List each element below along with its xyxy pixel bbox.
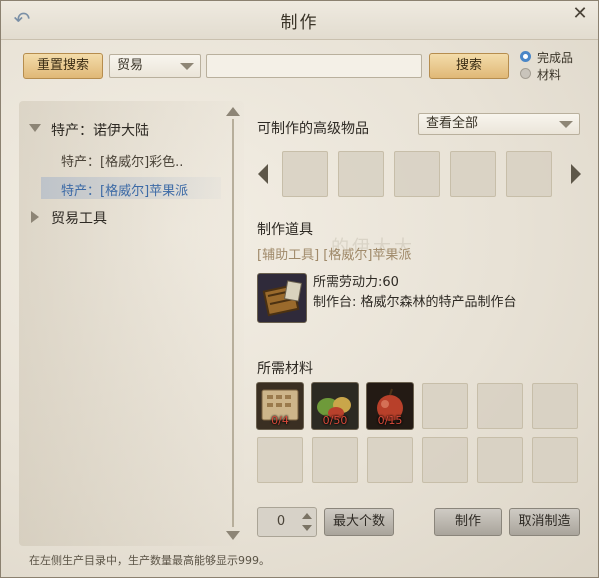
radio-finished-label: 完成品 [537, 51, 574, 65]
material-qty: 0/50 [322, 414, 348, 427]
material-slot-empty [477, 383, 523, 429]
stepper-down-icon[interactable] [302, 525, 312, 531]
view-filter-value: 查看全部 [426, 116, 479, 131]
tree-group-noi[interactable]: 特产：诺伊大陆 [51, 120, 149, 140]
view-filter-select[interactable]: 查看全部 [418, 113, 580, 135]
material-qty: 0/15 [377, 414, 403, 427]
craftable-slot[interactable] [506, 151, 552, 197]
apple-pie-crate-icon[interactable] [257, 273, 307, 323]
tool-name: [辅助工具] [格威尔]苹果派 [257, 248, 412, 263]
craftable-slot[interactable] [394, 151, 440, 197]
search-button[interactable]: 搜索 [429, 53, 509, 79]
scroll-down-icon[interactable] [226, 531, 240, 540]
quantity-stepper[interactable]: 0 [257, 507, 317, 537]
craftable-slot[interactable] [338, 151, 384, 197]
expand-right-icon[interactable] [31, 211, 39, 223]
search-input[interactable] [206, 54, 422, 78]
material-slot-empty [532, 437, 578, 483]
window-title: 制作 [280, 13, 319, 33]
craftable-slot[interactable] [282, 151, 328, 197]
crafting-bench: 制作台: 格威尔森林的特产品制作台 [313, 295, 517, 310]
close-icon[interactable]: ✕ [570, 3, 590, 25]
crafting-window: ↶ 制作 ✕ 重置搜索 贸易 搜索 完成品 材料 特产：诺伊大陆 特产：[格威尔… [0, 0, 599, 578]
required-labor: 所需劳动力:60 [313, 275, 399, 290]
material-slot-empty [477, 437, 523, 483]
radio-checked-icon [520, 51, 531, 62]
material-slot-2[interactable]: 0/50 [311, 382, 359, 430]
material-slot-1[interactable]: 0/4 [256, 382, 304, 430]
craftable-slot[interactable] [450, 151, 496, 197]
max-quantity-button[interactable]: 最大个数 [324, 508, 394, 536]
cancel-craft-button[interactable]: 取消制造 [509, 508, 580, 536]
material-qty: 0/4 [271, 414, 289, 427]
title-bar: ↶ 制作 ✕ [1, 1, 598, 40]
materials-heading: 所需材料 [257, 361, 313, 377]
stepper-up-icon[interactable] [302, 513, 312, 519]
footer-note: 在左侧生产目录中，生产数量最高能够显示999。 [29, 554, 270, 567]
tree-item-colorful[interactable]: 特产：[格威尔]彩色.. [61, 151, 183, 170]
material-slot-empty [312, 437, 358, 483]
tree-scrollbar[interactable] [232, 119, 234, 527]
category-select-value: 贸易 [117, 58, 144, 73]
chevron-down-icon [559, 121, 573, 128]
material-slot-empty [257, 437, 303, 483]
carousel-prev-icon[interactable] [258, 164, 268, 184]
expand-down-icon[interactable] [29, 124, 41, 132]
scroll-up-icon[interactable] [226, 107, 240, 116]
craftable-heading: 可制作的高级物品 [257, 121, 369, 137]
material-slot-empty [532, 383, 578, 429]
radio-unchecked-icon [520, 68, 531, 79]
chevron-down-icon [180, 63, 194, 70]
quantity-value: 0 [276, 514, 286, 529]
material-slot-empty [367, 437, 413, 483]
tree-group-trade-tools[interactable]: 贸易工具 [51, 208, 107, 228]
reset-search-button[interactable]: 重置搜索 [23, 53, 103, 79]
radio-finished-product[interactable]: 完成品 [520, 49, 590, 65]
radio-material[interactable]: 材料 [520, 66, 590, 82]
material-slot-empty [422, 437, 468, 483]
material-slot-empty [422, 383, 468, 429]
tool-heading: 制作道具 [257, 222, 313, 238]
radio-material-label: 材料 [537, 68, 562, 82]
craft-button[interactable]: 制作 [434, 508, 502, 536]
tree-item-apple-pie[interactable]: 特产：[格威尔]苹果派 [61, 180, 188, 199]
carousel-next-icon[interactable] [571, 164, 581, 184]
material-slot-3[interactable]: 0/15 [366, 382, 414, 430]
category-select[interactable]: 贸易 [109, 54, 201, 78]
